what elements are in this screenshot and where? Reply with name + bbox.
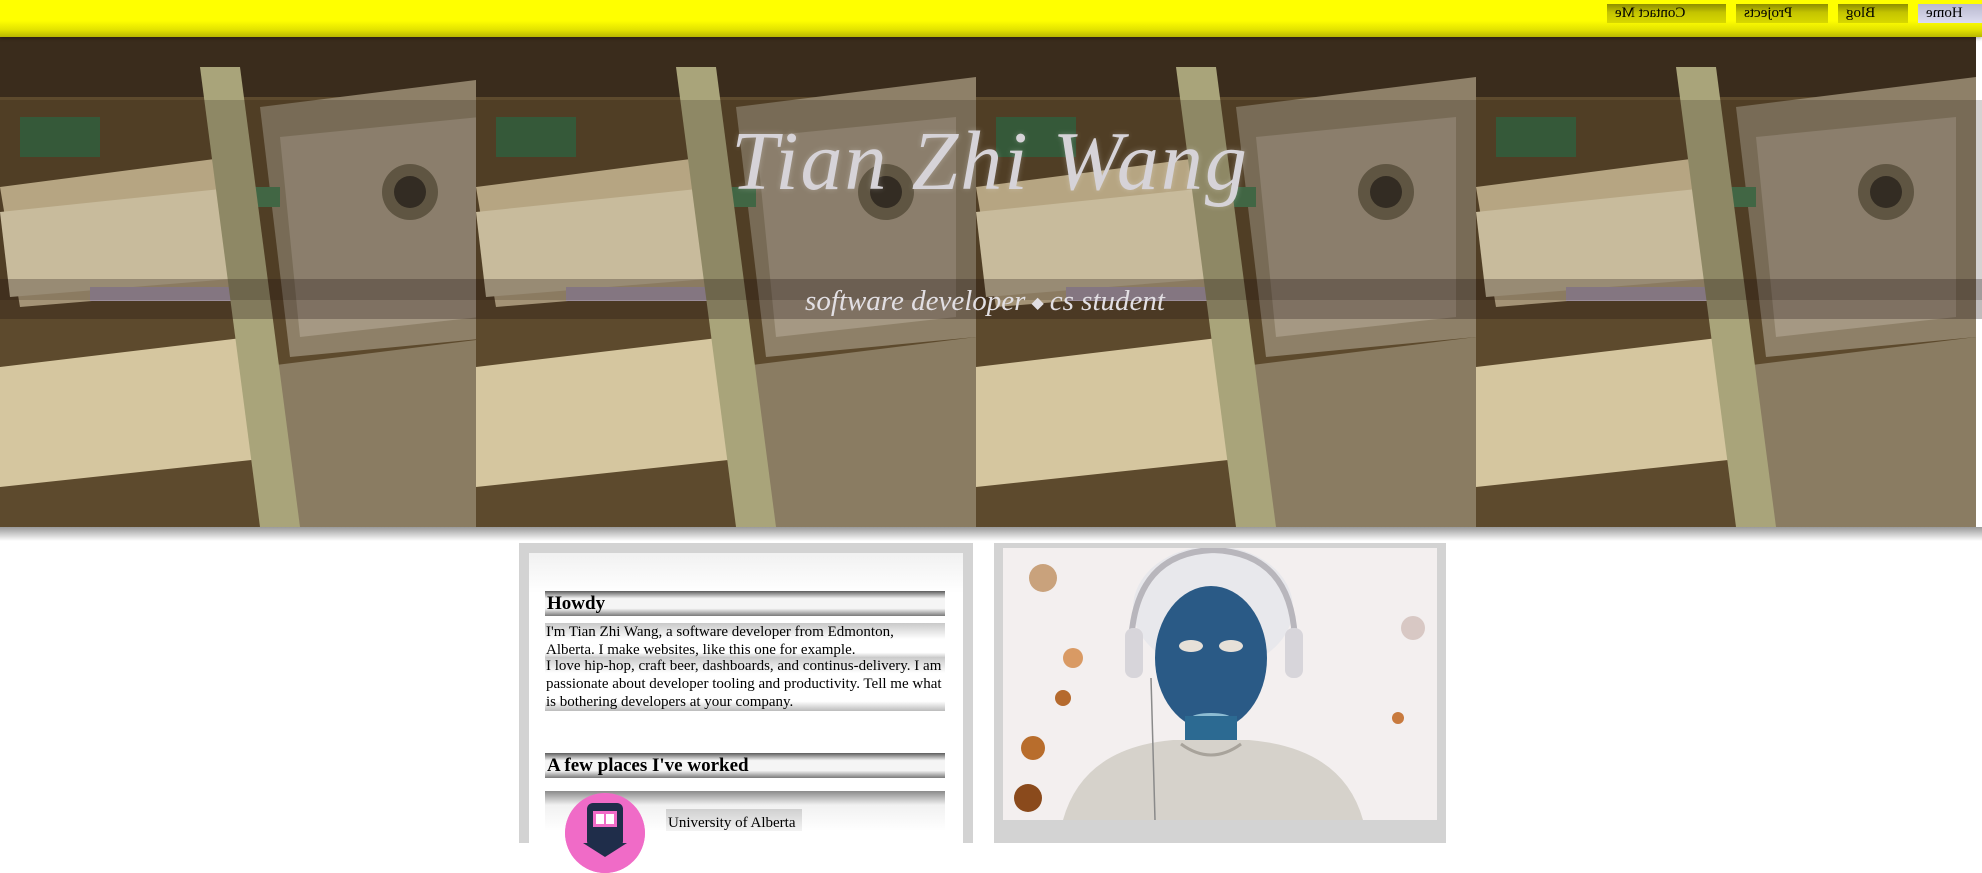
about-heading: Howdy [545, 591, 945, 616]
profile-card [994, 543, 1446, 843]
hero-banner: Tian Zhi Wang software developer ◆ cs stud… [0, 37, 1982, 527]
university-logo-icon[interactable] [565, 793, 645, 873]
work-heading: A few places I've worked [545, 753, 945, 778]
about-card-inner: Howdy I'm Tian Zhi Wang, a software deve… [529, 553, 963, 873]
profile-photo [1003, 548, 1437, 820]
about-paragraph-2: I love hip-hop, craft beer, dashboards, … [545, 657, 945, 711]
site-subtitle: software developer ◆ cs student [790, 285, 1180, 318]
nav-home[interactable]: Home [1918, 4, 1982, 23]
job-name[interactable]: University of Alberta [666, 809, 802, 831]
hero-shadow [0, 527, 1982, 541]
nav-home-label: Home [1926, 5, 1963, 21]
nav-blog[interactable]: Blog [1838, 4, 1908, 23]
subtitle-status: cs student [1049, 285, 1165, 317]
site-title: Tian Zhi Wang [731, 115, 1249, 208]
top-nav-bar: Contact Me Projects Blog Home [0, 0, 1982, 37]
nav-contact-me-label: Contact Me [1615, 5, 1686, 21]
about-card: Howdy I'm Tian Zhi Wang, a software deve… [519, 543, 973, 873]
diamond-separator-icon: ◆ [1031, 295, 1044, 313]
about-paragraph-1: I'm Tian Zhi Wang, a software developer … [545, 623, 945, 659]
nav-projects[interactable]: Projects [1736, 4, 1828, 23]
nav-blog-label: Blog [1846, 5, 1876, 21]
nav-contact-me[interactable]: Contact Me [1607, 4, 1726, 23]
subtitle-role: software developer [805, 285, 1026, 317]
main-nav: Contact Me Projects Blog Home [1607, 4, 1982, 23]
nav-projects-label: Projects [1744, 5, 1793, 21]
